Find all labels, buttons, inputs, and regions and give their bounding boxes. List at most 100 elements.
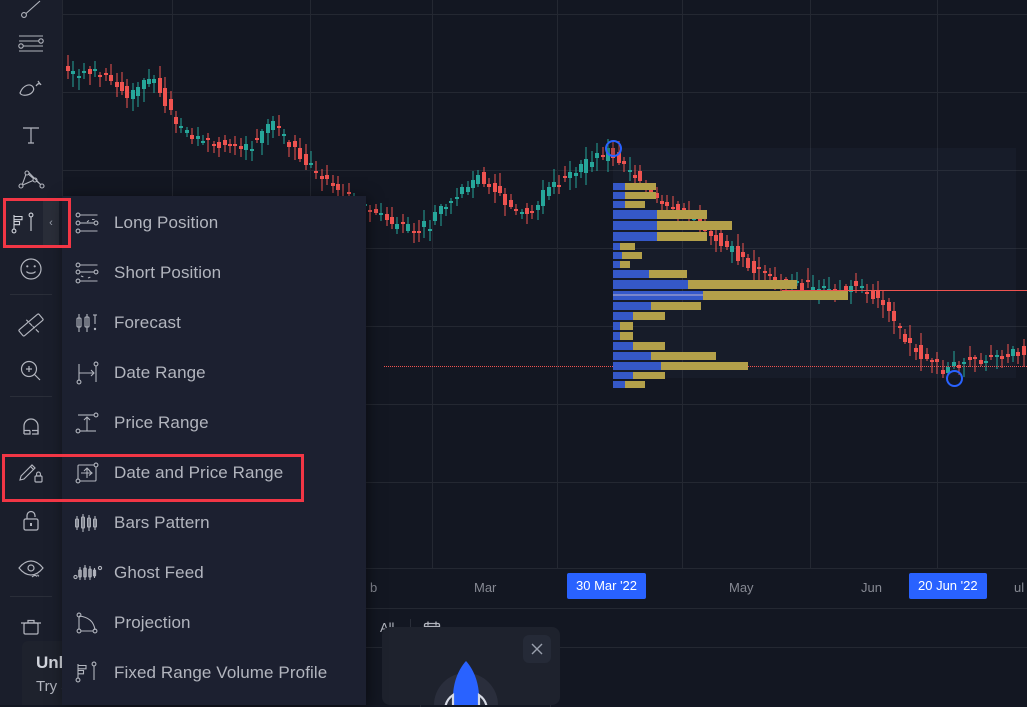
time-tick-label: Jun xyxy=(861,580,882,595)
candlestick xyxy=(735,233,740,265)
candlestick xyxy=(87,66,92,86)
selection-handle-end[interactable] xyxy=(946,370,963,387)
volume-profile-row xyxy=(613,312,666,320)
selection-handle-start[interactable] xyxy=(605,140,622,157)
time-tick-label: ul xyxy=(1014,580,1025,595)
fixed-range-selection[interactable] xyxy=(613,148,1016,378)
volume-profile-buy xyxy=(613,261,621,268)
candlestick xyxy=(622,157,627,172)
menu-item-label: Long Position xyxy=(114,213,219,232)
volume-profile-buy xyxy=(613,243,621,250)
sidebar-item-brush-tool[interactable] xyxy=(0,66,62,112)
time-badge-end[interactable]: 20 Jun '22 xyxy=(909,573,987,599)
volume-profile-buy xyxy=(613,372,634,379)
volume-profile-buy xyxy=(613,342,634,350)
menu-item-date-range[interactable]: Date Range xyxy=(62,348,366,398)
candlestick xyxy=(454,187,459,206)
candlestick xyxy=(66,54,70,79)
candlestick xyxy=(903,328,907,345)
sidebar-item-text-tool[interactable] xyxy=(0,112,62,158)
sidebar-item-hide-drawings-tool[interactable] xyxy=(0,546,62,592)
volume-profile-buy xyxy=(613,280,689,289)
sidebar-item-patterns-tool[interactable] xyxy=(0,156,62,202)
candlestick xyxy=(978,352,983,367)
candlestick xyxy=(552,169,556,194)
menu-item-price-range[interactable]: Price Range xyxy=(62,398,366,448)
gann-fib-icon xyxy=(16,30,46,56)
gridline-horizontal xyxy=(62,14,1027,15)
menu-item-fixed-range-volume-profile[interactable]: Fixed Range Volume Profile xyxy=(62,648,366,698)
candlestick xyxy=(724,234,729,251)
menu-item-bars-pattern[interactable]: Bars Pattern xyxy=(62,498,366,548)
candlestick xyxy=(292,135,297,160)
volume-profile-row xyxy=(613,322,634,330)
sidebar-item-measure-tool[interactable] xyxy=(0,302,62,348)
volume-profile-buy xyxy=(613,352,651,360)
sidebar-item-drawing-mode-tool[interactable] xyxy=(0,450,62,496)
volume-profile-sell xyxy=(633,372,666,379)
candlestick xyxy=(1021,339,1026,368)
candlestick xyxy=(568,161,573,190)
volume-profile-buy xyxy=(613,252,622,259)
point-of-control-line xyxy=(613,294,703,296)
candlestick xyxy=(228,138,232,153)
prediction-tools-flyout-menu[interactable]: Long Position Short Position Forecast Da… xyxy=(62,196,366,705)
sidebar-item-prediction-measurement-tool[interactable]: ‹ xyxy=(5,200,59,246)
candlestick xyxy=(195,127,200,147)
candlestick xyxy=(714,228,718,252)
sidebar-item-lock-drawings-tool[interactable] xyxy=(0,498,62,544)
volume-profile-sell xyxy=(620,261,631,268)
candlestick xyxy=(584,147,589,185)
candlestick xyxy=(71,61,76,88)
volume-profile-buy xyxy=(613,201,625,208)
candlestick xyxy=(114,73,119,98)
time-badge-start[interactable]: 30 Mar '22 xyxy=(567,573,647,599)
volume-profile-sell xyxy=(656,221,732,230)
candlestick xyxy=(282,129,286,145)
volume-profile-sell xyxy=(633,342,666,350)
menu-item-label: Ghost Feed xyxy=(114,563,204,582)
candlestick xyxy=(471,171,475,198)
candlestick xyxy=(444,204,448,216)
left-drawing-toolbar[interactable]: ‹ xyxy=(0,0,63,705)
time-tick-label: b xyxy=(370,580,378,595)
candlestick xyxy=(211,141,216,154)
sidebar-item-magnet-tool[interactable] xyxy=(0,404,62,450)
volume-profile-sell xyxy=(624,183,657,190)
candlestick xyxy=(665,195,670,211)
sidebar-item-gann-fib-tool[interactable] xyxy=(0,20,62,66)
candlestick xyxy=(1005,343,1010,364)
candlestick xyxy=(935,352,940,374)
sidebar-item-zoom-in-tool[interactable] xyxy=(0,348,62,394)
volume-profile-row xyxy=(613,362,748,370)
rocket-popup[interactable] xyxy=(382,627,560,705)
chevron-left-icon[interactable]: ‹ xyxy=(43,200,59,246)
volume-profile-row xyxy=(613,381,645,388)
candlestick xyxy=(908,325,913,357)
volume-profile-buy xyxy=(613,270,650,278)
menu-item-ghost-feed[interactable]: Ghost Feed xyxy=(62,548,366,598)
volume-profile-row xyxy=(613,252,642,259)
volume-profile-row xyxy=(613,270,687,278)
candlestick xyxy=(395,216,400,234)
candlestick xyxy=(519,209,524,219)
menu-item-projection[interactable]: Projection xyxy=(62,598,366,648)
candlestick xyxy=(438,203,443,226)
volume-profile-buy xyxy=(613,312,634,320)
candlestick xyxy=(422,209,427,238)
candlestick xyxy=(865,284,870,304)
candlestick xyxy=(174,111,178,134)
candlestick xyxy=(546,181,551,201)
menu-item-short-position[interactable]: Short Position xyxy=(62,248,366,298)
volume-profile-row xyxy=(613,261,631,268)
volume-profile-buy xyxy=(613,232,657,241)
menu-item-forecast[interactable]: Forecast xyxy=(62,298,366,348)
text-icon xyxy=(18,122,44,148)
menu-item-date-and-price-range[interactable]: Date and Price Range xyxy=(62,448,366,498)
candlestick xyxy=(184,127,189,137)
close-icon[interactable] xyxy=(523,635,551,663)
sidebar-item-emoji-tool[interactable] xyxy=(0,246,62,292)
time-tick-label: May xyxy=(729,580,754,595)
candlestick xyxy=(93,60,97,77)
menu-item-long-position[interactable]: Long Position xyxy=(62,198,366,248)
